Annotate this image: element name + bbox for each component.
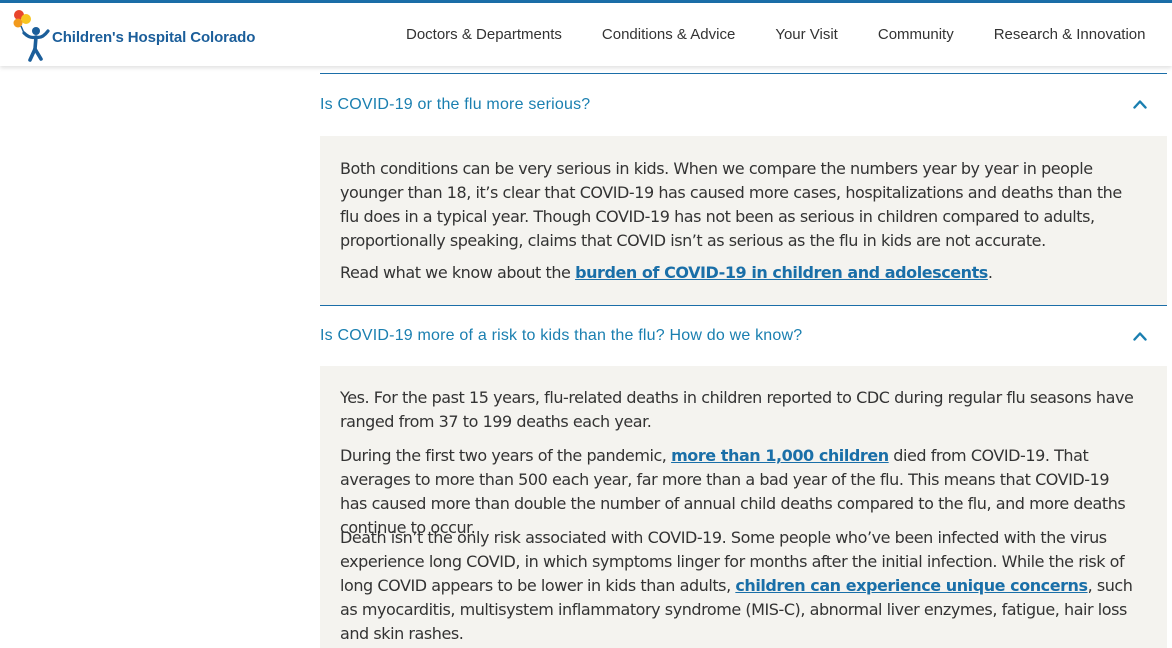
paragraph-text: . (987, 263, 993, 282)
chevron-up-icon (1133, 332, 1147, 341)
accordion-answer-q2: Yes. For the past 15 years, flu-related … (320, 366, 1167, 648)
nav-research-innovation[interactable]: Research & Innovation (994, 26, 1146, 43)
accordion-question: Is COVID-19 or the flu more serious? (320, 96, 591, 113)
balloon-child-logo-icon (13, 10, 50, 62)
nav-community[interactable]: Community (878, 26, 954, 43)
paragraph-text: During the first two years of the pandem… (340, 446, 672, 465)
burden-link[interactable]: burden of COVID-19 in children and adole… (575, 263, 988, 282)
answer-paragraph: Both conditions can be very serious in k… (340, 159, 1122, 250)
answer-paragraph: Death isn’t the only risk associated wit… (340, 526, 1140, 646)
accordion-answer-q1: Both conditions can be very serious in k… (320, 136, 1167, 305)
logo-text: Children's Hospital Colorado (52, 29, 256, 46)
answer-paragraph: Read what we know about the burden of CO… (340, 261, 1140, 285)
nav-your-visit[interactable]: Your Visit (775, 26, 838, 43)
accordion-toggle-q2[interactable]: Is COVID-19 more of a risk to kids than … (320, 306, 1167, 368)
answer-paragraph: Yes. For the past 15 years, flu-related … (340, 388, 1134, 431)
main-nav: Doctors & Departments Conditions & Advic… (406, 3, 1172, 66)
accordion-toggle-q1[interactable]: Is COVID-19 or the flu more serious? (320, 74, 1167, 136)
nav-conditions-advice[interactable]: Conditions & Advice (602, 26, 735, 43)
site-header: Children's Hospital Colorado Doctors & D… (0, 3, 1172, 66)
accordion-question: Is COVID-19 more of a risk to kids than … (320, 327, 803, 344)
nav-doctors-departments[interactable]: Doctors & Departments (406, 26, 562, 43)
chevron-up-icon (1133, 100, 1147, 109)
more-than-1000-children-link[interactable]: more than 1,000 children (671, 446, 889, 465)
paragraph-text: Read what we know about the (340, 263, 576, 282)
unique-concerns-link[interactable]: children can experience unique concerns (735, 576, 1088, 595)
site-logo[interactable]: Children's Hospital Colorado (12, 9, 262, 63)
